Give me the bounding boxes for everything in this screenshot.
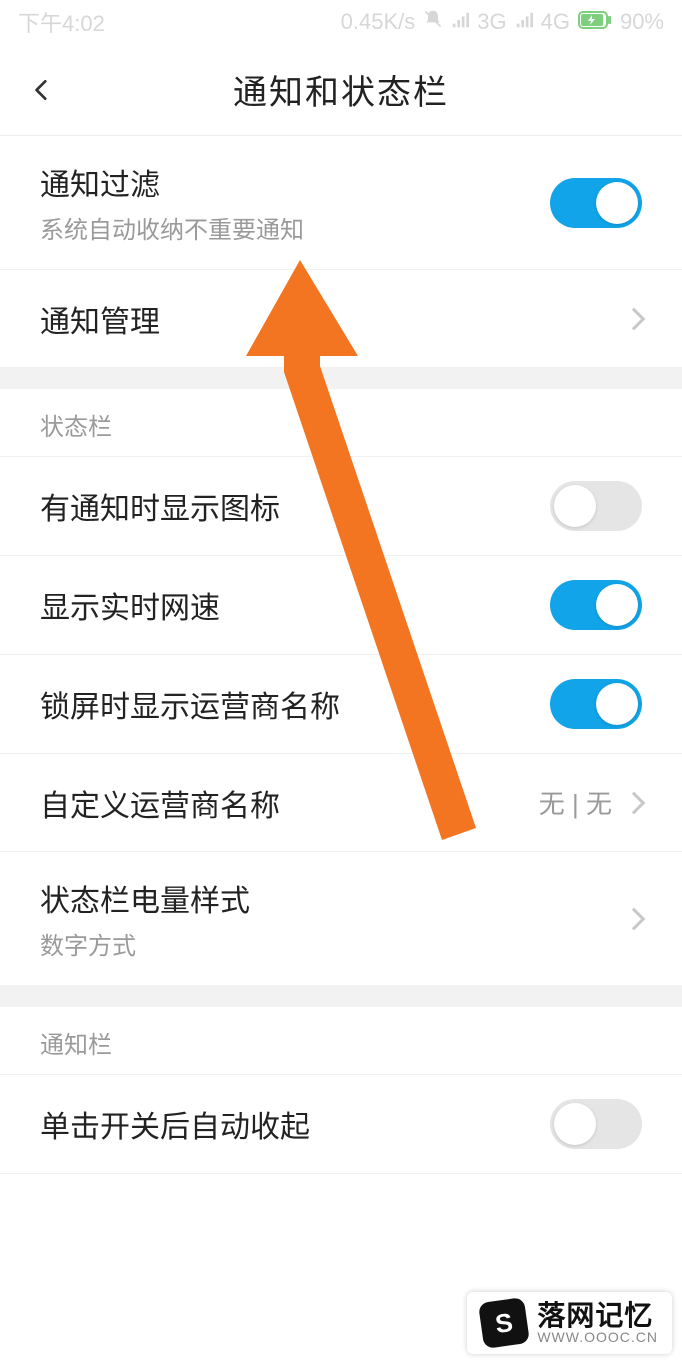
toggle-network-speed[interactable] [550, 580, 642, 630]
row-label: 单击开关后自动收起 [40, 1102, 310, 1146]
row-label: 通知管理 [40, 297, 160, 341]
status-net2: 4G [541, 9, 570, 35]
toggle-carrier-lockscreen[interactable] [550, 679, 642, 729]
group-notifications: 通知过滤 系统自动收纳不重要通知 通知管理 [0, 136, 682, 367]
signal-icon-1 [451, 9, 469, 35]
signal-icon-2 [515, 9, 533, 35]
section-header-statusbar: 状态栏 [0, 389, 682, 456]
row-label: 显示实时网速 [40, 583, 220, 627]
row-label: 通知过滤 [40, 160, 304, 204]
header: 通知和状态栏 [0, 44, 682, 136]
watermark: S 落网记忆 WWW.OOOC.CN [467, 1292, 672, 1354]
row-custom-carrier-name[interactable]: 自定义运营商名称 无 | 无 [0, 753, 682, 851]
watermark-text: 落网记忆 [537, 1301, 658, 1330]
row-label: 有通知时显示图标 [40, 484, 280, 528]
chevron-right-icon [623, 307, 646, 330]
row-notification-management[interactable]: 通知管理 [0, 269, 682, 367]
chevron-right-icon [623, 907, 646, 930]
row-collapse-after-toggle[interactable]: 单击开关后自动收起 [0, 1074, 682, 1173]
status-battery: 90% [620, 9, 664, 35]
row-value: 无 | 无 [539, 784, 612, 821]
row-show-icon-on-notification[interactable]: 有通知时显示图标 [0, 456, 682, 555]
status-net1: 3G [477, 9, 506, 35]
row-label: 状态栏电量样式 [40, 876, 250, 920]
row-sublabel: 系统自动收纳不重要通知 [40, 210, 304, 245]
section-header-shade: 通知栏 [0, 1007, 682, 1074]
chevron-left-icon [29, 77, 55, 103]
row-battery-style[interactable]: 状态栏电量样式 数字方式 [0, 851, 682, 985]
toggle-notification-filter[interactable] [550, 178, 642, 228]
battery-icon [578, 9, 612, 35]
row-notification-filter[interactable]: 通知过滤 系统自动收纳不重要通知 [0, 136, 682, 269]
chevron-right-icon [623, 791, 646, 814]
group-statusbar: 状态栏 有通知时显示图标 显示实时网速 锁屏时显示运营商名称 自定义运营商名称 … [0, 389, 682, 985]
row-label: 自定义运营商名称 [40, 781, 280, 825]
page-title: 通知和状态栏 [233, 65, 449, 114]
toggle-collapse-after[interactable] [550, 1099, 642, 1149]
watermark-logo-icon: S [478, 1297, 530, 1349]
row-show-carrier-lockscreen[interactable]: 锁屏时显示运营商名称 [0, 654, 682, 753]
status-time: 下午4:02 [18, 6, 105, 38]
row-show-network-speed[interactable]: 显示实时网速 [0, 555, 682, 654]
status-bar: 下午4:02 0.45K/s 3G 4G 90% [0, 0, 682, 44]
status-netspeed: 0.45K/s [341, 9, 416, 35]
back-button[interactable] [20, 68, 64, 112]
row-sublabel: 数字方式 [40, 926, 250, 961]
toggle-show-icon[interactable] [550, 481, 642, 531]
watermark-url: WWW.OOOC.CN [537, 1330, 658, 1345]
mute-icon [423, 9, 443, 35]
row-label: 锁屏时显示运营商名称 [40, 682, 340, 726]
